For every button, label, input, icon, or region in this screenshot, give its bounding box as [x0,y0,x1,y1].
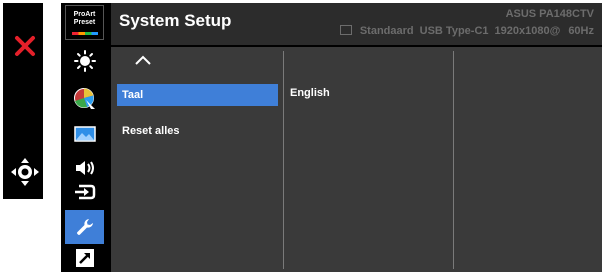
sidebar-item-input[interactable] [65,175,104,209]
shortcut-icon [75,249,94,267]
sidebar-item-image[interactable] [65,117,104,151]
input-select-icon [74,184,95,200]
column-divider [453,51,454,269]
osd-header: System Setup ASUS PA148CTV Standaard USB… [111,3,602,45]
brightness-icon [73,50,96,72]
preset-status: Standaard [359,25,414,37]
color-icon [73,88,95,109]
five-way-navigation-icon[interactable] [10,157,40,187]
wrench-icon [76,219,93,235]
logo-line2: Preset [73,19,96,26]
sidebar-item-color[interactable] [65,82,104,116]
input-status: USB Type-C1 [419,25,489,37]
menu-item-reset-alles[interactable]: Reset alles [117,120,278,142]
chevron-up-icon[interactable] [135,55,151,65]
logo-color-bar [72,32,98,35]
sidebar-item-shortcut[interactable] [65,246,104,270]
status-bar: Standaard USB Type-C1 1920x1080@ 60Hz [339,25,594,37]
image-icon [73,126,96,142]
osd-sidebar: ProArt Preset [61,3,108,272]
page-title: System Setup [119,11,232,30]
menu-item-taal[interactable]: Taal [117,84,278,106]
proart-preset-logo[interactable]: ProArt Preset [65,5,104,40]
monitor-icon [339,25,352,35]
key-panel [3,3,43,199]
logo-line1: ProArt [73,11,96,18]
model-name: ASUS PA148CTV [505,8,594,20]
osd-content: Taal Reset alles English [111,47,602,272]
resolution-status: 1920x1080@ [494,25,561,37]
column-divider [283,51,284,269]
sidebar-item-system-setup[interactable] [65,210,104,244]
close-icon[interactable] [14,35,36,57]
sidebar-item-brightness[interactable] [65,44,104,78]
selected-language-value[interactable]: English [290,87,330,99]
refresh-status: 60Hz [568,25,594,37]
osd-menu: ProArt Preset System Setup ASUS PA148CTV… [61,3,602,272]
